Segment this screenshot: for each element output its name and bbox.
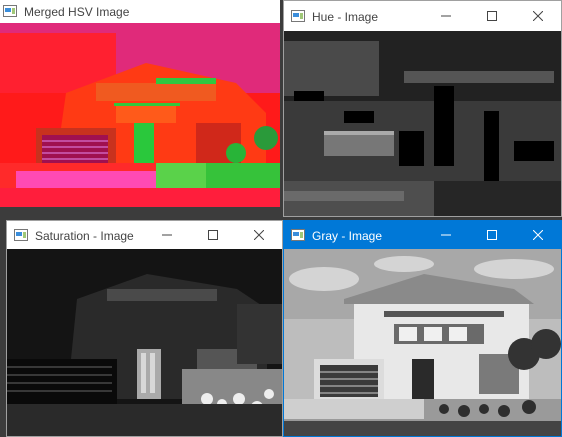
minimize-button[interactable] [423, 1, 469, 31]
close-button[interactable] [515, 221, 561, 249]
minimize-button[interactable] [423, 221, 469, 249]
close-icon [254, 230, 264, 240]
hue-canvas [284, 31, 561, 216]
maximize-icon [487, 11, 497, 21]
close-button[interactable] [515, 1, 561, 31]
window-title-saturation: Saturation - Image [35, 229, 134, 243]
titlebar-saturation[interactable]: Saturation - Image [7, 221, 282, 249]
maximize-button[interactable] [190, 221, 236, 249]
app-icon [14, 229, 28, 241]
gray-canvas [284, 249, 561, 436]
merged-hsv-canvas [0, 23, 280, 207]
app-icon [291, 10, 305, 22]
titlebar-gray[interactable]: Gray - Image [284, 221, 561, 249]
saturation-canvas [7, 249, 282, 436]
minimize-icon [162, 234, 172, 236]
window-title-merged: Merged HSV Image [24, 5, 130, 19]
app-icon [3, 5, 17, 17]
window-title-hue: Hue - Image [312, 10, 379, 24]
titlebar-hue[interactable]: Hue - Image [284, 1, 561, 31]
window-title-gray: Gray - Image [312, 229, 383, 243]
close-icon [533, 230, 543, 240]
maximize-button[interactable] [469, 221, 515, 249]
close-icon [533, 11, 543, 21]
maximize-icon [208, 230, 218, 240]
window-merged-hsv[interactable]: Merged HSV Image [0, 0, 280, 209]
window-saturation[interactable]: Saturation - Image [6, 220, 283, 437]
minimize-icon [441, 15, 451, 17]
minimize-button[interactable] [144, 221, 190, 249]
app-icon [291, 229, 305, 241]
maximize-icon [487, 230, 497, 240]
window-gray[interactable]: Gray - Image [283, 220, 562, 437]
minimize-icon [441, 234, 451, 236]
close-button[interactable] [236, 221, 282, 249]
titlebar-merged-hsv[interactable]: Merged HSV Image [0, 0, 280, 23]
maximize-button[interactable] [469, 1, 515, 31]
window-hue[interactable]: Hue - Image [283, 0, 562, 217]
